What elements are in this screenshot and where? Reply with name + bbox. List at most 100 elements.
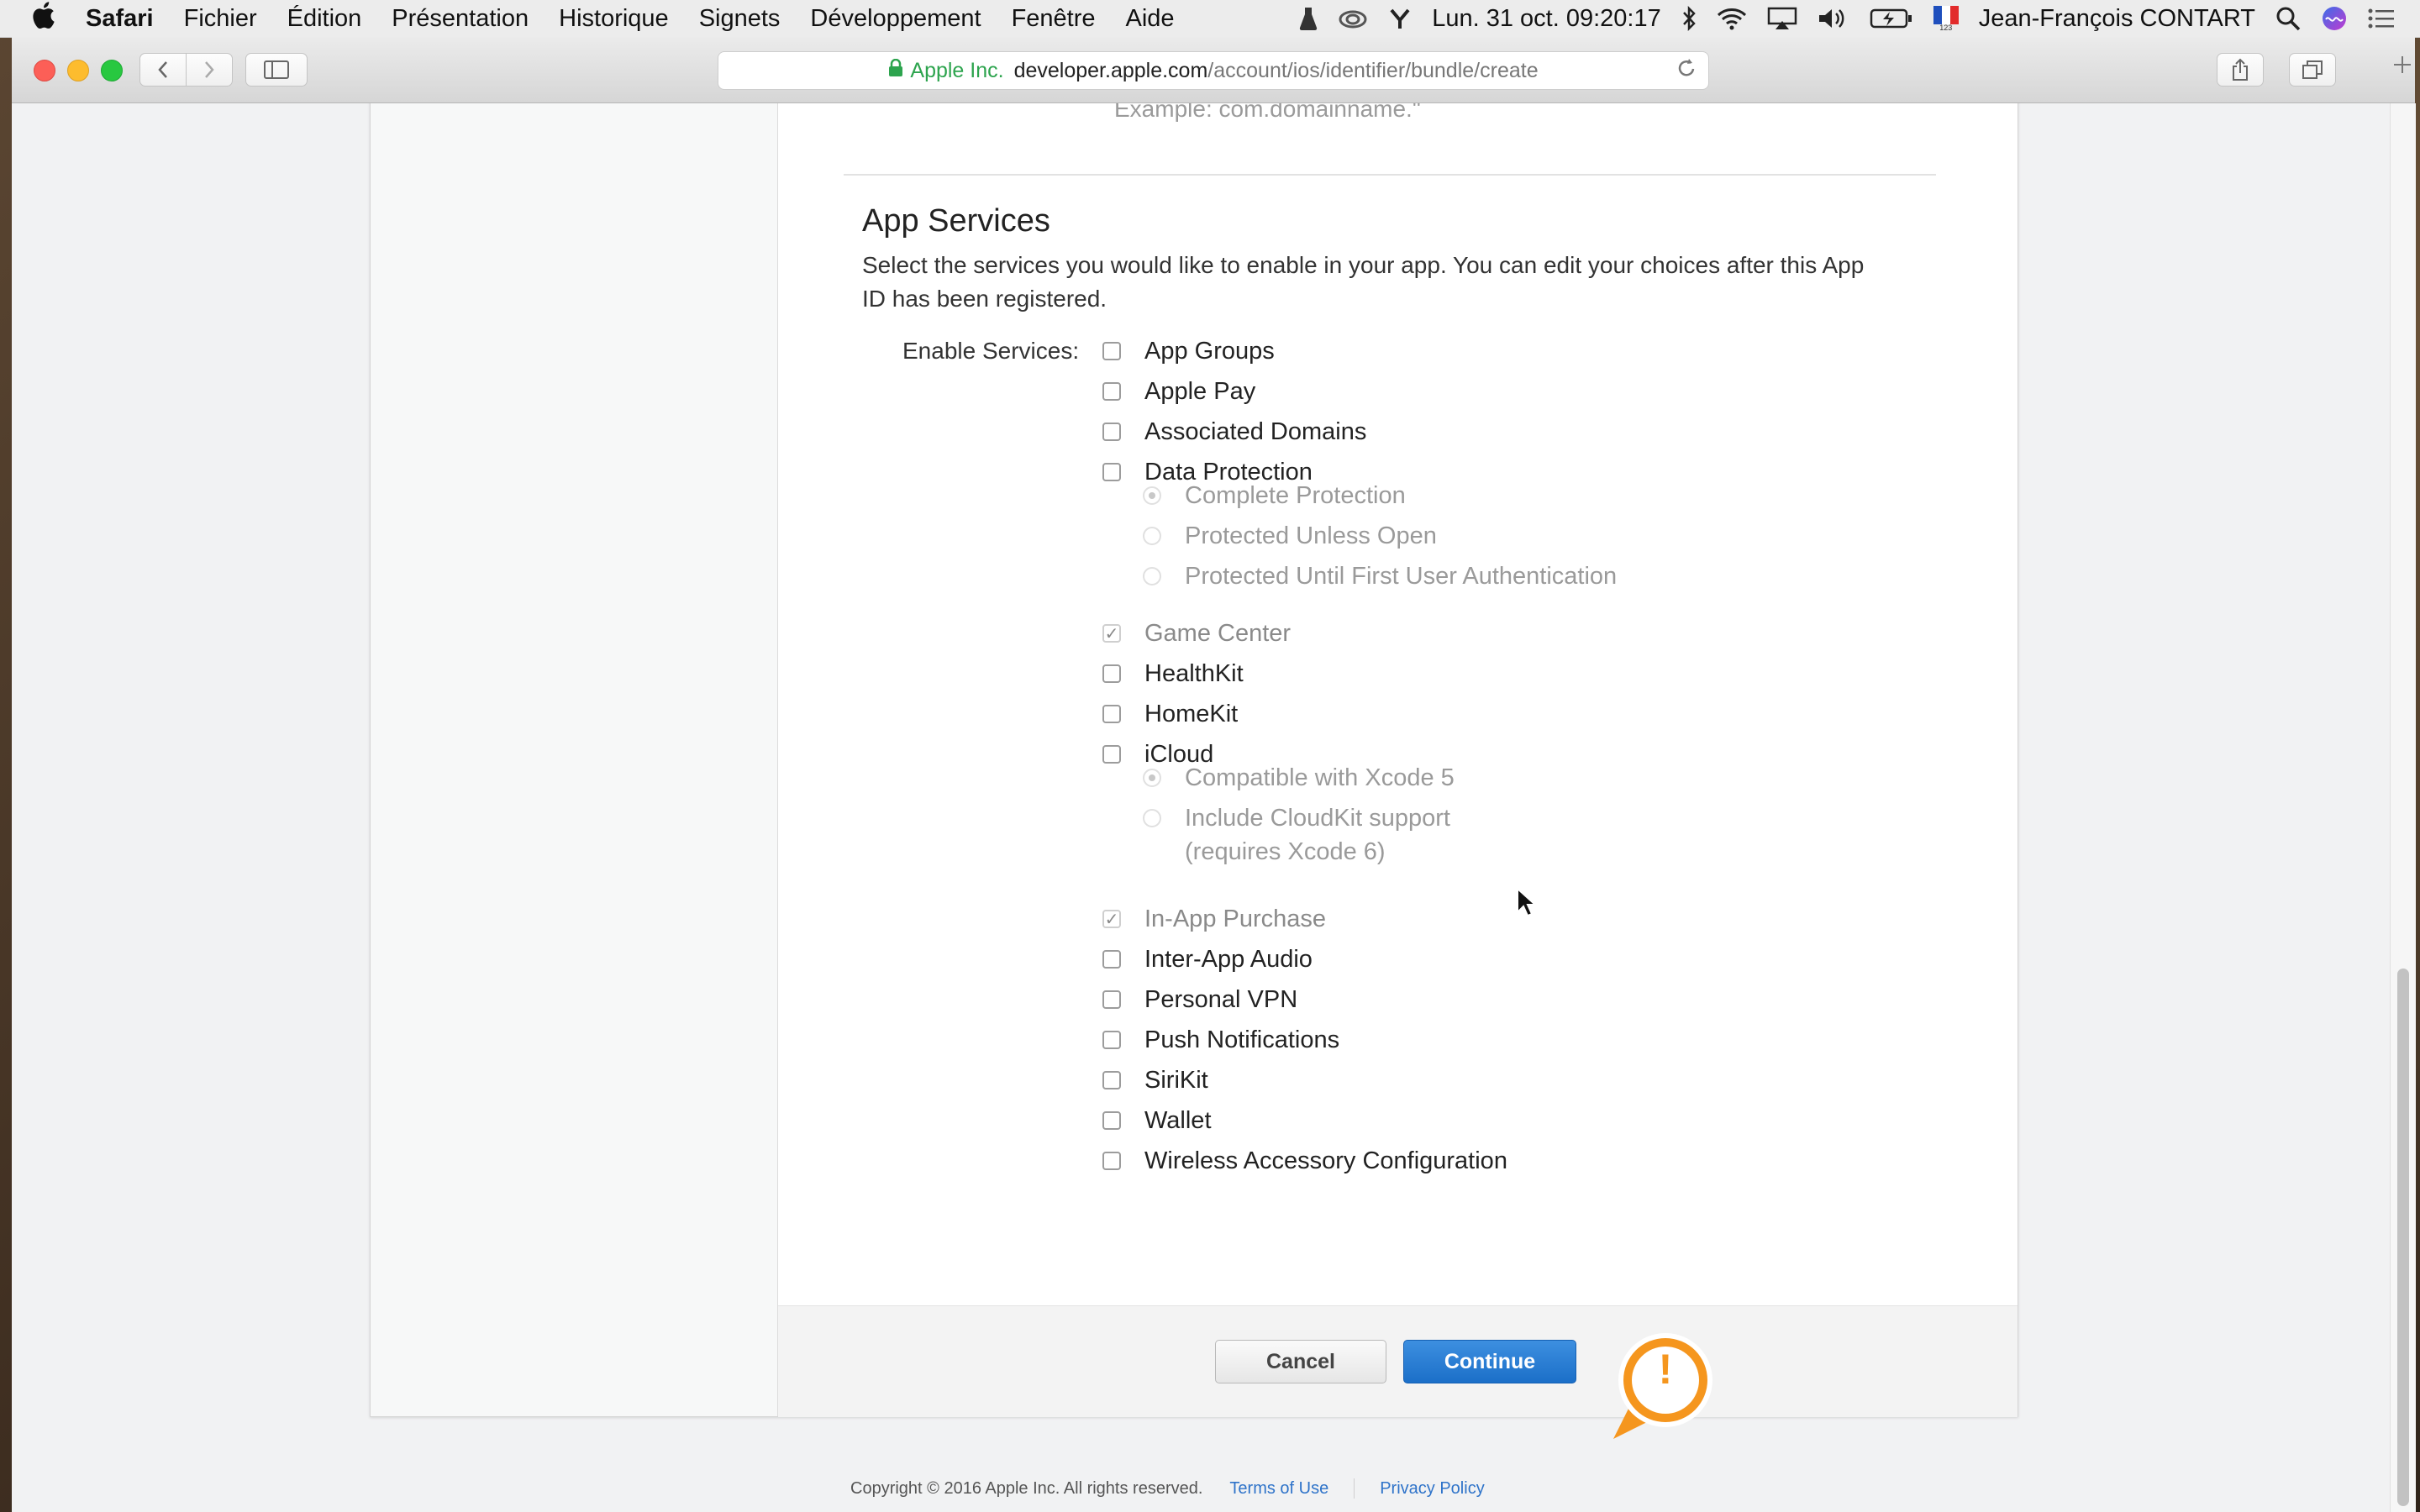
y-app-icon[interactable] xyxy=(1378,7,1422,30)
battery-icon[interactable] xyxy=(1860,8,1923,29)
window-zoom-button[interactable] xyxy=(101,60,123,81)
service-apple-pay[interactable]: Apple Pay xyxy=(1102,375,1255,408)
service-homekit[interactable]: HomeKit xyxy=(1102,697,1238,731)
service-label: Push Notifications xyxy=(1144,1026,1340,1053)
checkbox[interactable] xyxy=(1102,342,1121,360)
airplay-icon[interactable] xyxy=(1757,7,1807,30)
bluetooth-icon[interactable] xyxy=(1671,6,1707,31)
cancel-button[interactable]: Cancel xyxy=(1215,1340,1386,1383)
sidebar-toggle-button[interactable] xyxy=(245,53,308,87)
checkbox[interactable] xyxy=(1102,1031,1121,1049)
apple-menu-icon[interactable] xyxy=(0,2,71,35)
menu-app-name[interactable]: Safari xyxy=(71,5,169,33)
page-footer: Copyright © 2016 Apple Inc. All rights r… xyxy=(850,1478,1485,1499)
service-app-groups[interactable]: App Groups xyxy=(1102,334,1275,368)
service-healthkit[interactable]: HealthKit xyxy=(1102,657,1244,690)
radio-button[interactable] xyxy=(1143,567,1161,585)
vertical-scrollbar[interactable] xyxy=(2390,103,2416,1512)
checkbox[interactable] xyxy=(1102,664,1121,683)
window-close-button[interactable] xyxy=(34,60,55,81)
service-label: HealthKit xyxy=(1144,659,1244,687)
reload-icon[interactable] xyxy=(1676,57,1697,85)
checkbox[interactable] xyxy=(1102,705,1121,723)
menu-fichier[interactable]: Fichier xyxy=(169,5,272,33)
menu-aide[interactable]: Aide xyxy=(1111,5,1190,33)
wifi-icon[interactable] xyxy=(1707,7,1757,30)
menu-edition[interactable]: Édition xyxy=(272,5,377,33)
menu-presentation[interactable]: Présentation xyxy=(376,5,544,33)
service-label: HomeKit xyxy=(1144,700,1239,727)
checkbox[interactable] xyxy=(1102,1111,1121,1130)
radio-label: Complete Protection xyxy=(1185,482,1406,509)
copyright-text: Copyright © 2016 Apple Inc. All rights r… xyxy=(850,1478,1203,1498)
menu-fenetre[interactable]: Fenêtre xyxy=(997,5,1111,33)
input-source-label: 123 xyxy=(1939,23,1953,32)
checkmark-icon[interactable]: ✓ xyxy=(1102,624,1121,643)
safari-window: Apple Inc. developer.apple.com/account/i… xyxy=(12,37,2416,1512)
address-bar[interactable]: Apple Inc. developer.apple.com/account/i… xyxy=(718,51,1709,90)
creative-cloud-icon[interactable] xyxy=(1328,8,1378,29)
menubar-user[interactable]: Jean-François CONTART xyxy=(1969,5,2265,33)
service-personal-vpn[interactable]: Personal VPN xyxy=(1102,983,1297,1016)
service-wireless-accessory[interactable]: Wireless Accessory Configuration xyxy=(1102,1144,1507,1178)
radio-complete-protection[interactable]: Complete Protection xyxy=(1143,479,1406,512)
service-label: Associated Domains xyxy=(1144,417,1367,445)
radio-protected-until-first-auth[interactable]: Protected Until First User Authenticatio… xyxy=(1143,559,1617,593)
service-sirikit[interactable]: SiriKit xyxy=(1102,1063,1208,1097)
warning-callout-badge: ! xyxy=(1605,1330,1723,1452)
new-tab-plus-icon[interactable] xyxy=(2391,54,2413,86)
service-in-app-purchase[interactable]: ✓ In-App Purchase xyxy=(1102,902,1326,936)
forward-button[interactable] xyxy=(186,53,233,87)
flask-icon[interactable] xyxy=(1289,6,1328,31)
checkbox[interactable] xyxy=(1102,382,1121,401)
checkbox[interactable] xyxy=(1102,463,1121,481)
back-button[interactable] xyxy=(139,53,187,87)
menubar-clock[interactable]: Lun. 31 oct. 09:20:17 xyxy=(1422,5,1671,33)
service-label: App Groups xyxy=(1144,337,1275,365)
input-source-flag-icon[interactable]: 123 xyxy=(1923,5,1969,32)
radio-protected-unless-open[interactable]: Protected Unless Open xyxy=(1143,519,1437,553)
radio-button[interactable] xyxy=(1143,486,1161,505)
service-label: Apple Pay xyxy=(1144,377,1256,405)
terms-of-use-link[interactable]: Terms of Use xyxy=(1229,1479,1328,1499)
service-game-center[interactable]: ✓ Game Center xyxy=(1102,617,1291,650)
radio-button[interactable] xyxy=(1143,527,1161,545)
continue-button[interactable]: Continue xyxy=(1403,1340,1576,1383)
account-sidebar xyxy=(371,103,778,1416)
service-push-notifications[interactable]: Push Notifications xyxy=(1102,1023,1339,1057)
radio-button[interactable] xyxy=(1143,809,1161,827)
checkbox[interactable] xyxy=(1102,950,1121,969)
tabs-overview-button[interactable] xyxy=(2289,53,2336,87)
radio-icloud-xcode5[interactable]: Compatible with Xcode 5 xyxy=(1143,761,1455,795)
menu-signets[interactable]: Signets xyxy=(684,5,796,33)
checkbox[interactable] xyxy=(1102,423,1121,441)
service-inter-app-audio[interactable]: Inter-App Audio xyxy=(1102,942,1313,976)
privacy-policy-link[interactable]: Privacy Policy xyxy=(1380,1479,1484,1499)
checkbox[interactable] xyxy=(1102,1071,1121,1089)
service-label: Wireless Accessory Configuration xyxy=(1144,1147,1507,1174)
volume-icon[interactable] xyxy=(1807,7,1860,30)
section-description: Select the services you would like to en… xyxy=(862,252,1865,312)
exclamation-icon: ! xyxy=(1658,1346,1673,1393)
radio-icloud-cloudkit[interactable]: Include CloudKit support (requires Xcode … xyxy=(1143,801,1450,869)
notification-center-icon[interactable] xyxy=(2358,8,2420,29)
checkbox[interactable] xyxy=(1102,990,1121,1009)
section-divider xyxy=(844,174,1936,176)
checkmark-icon[interactable]: ✓ xyxy=(1102,910,1121,929)
checkbox[interactable] xyxy=(1102,745,1121,764)
spotlight-search-icon[interactable] xyxy=(2265,6,2311,31)
chevron-left-icon xyxy=(158,61,167,78)
url-organization: Apple Inc. xyxy=(910,58,1004,82)
service-associated-domains[interactable]: Associated Domains xyxy=(1102,415,1366,449)
sidebar-icon xyxy=(264,60,289,79)
menu-developpement[interactable]: Développement xyxy=(795,5,996,33)
radio-button[interactable] xyxy=(1143,769,1161,787)
scrollbar-thumb[interactable] xyxy=(2397,969,2409,1506)
page-content: Example: com.domainname." App Services S… xyxy=(12,103,2390,1512)
menu-historique[interactable]: Historique xyxy=(544,5,684,33)
checkbox[interactable] xyxy=(1102,1152,1121,1170)
siri-icon[interactable] xyxy=(2311,5,2358,32)
service-wallet[interactable]: Wallet xyxy=(1102,1104,1212,1137)
share-button[interactable] xyxy=(2217,53,2264,87)
window-minimize-button[interactable] xyxy=(67,60,89,81)
